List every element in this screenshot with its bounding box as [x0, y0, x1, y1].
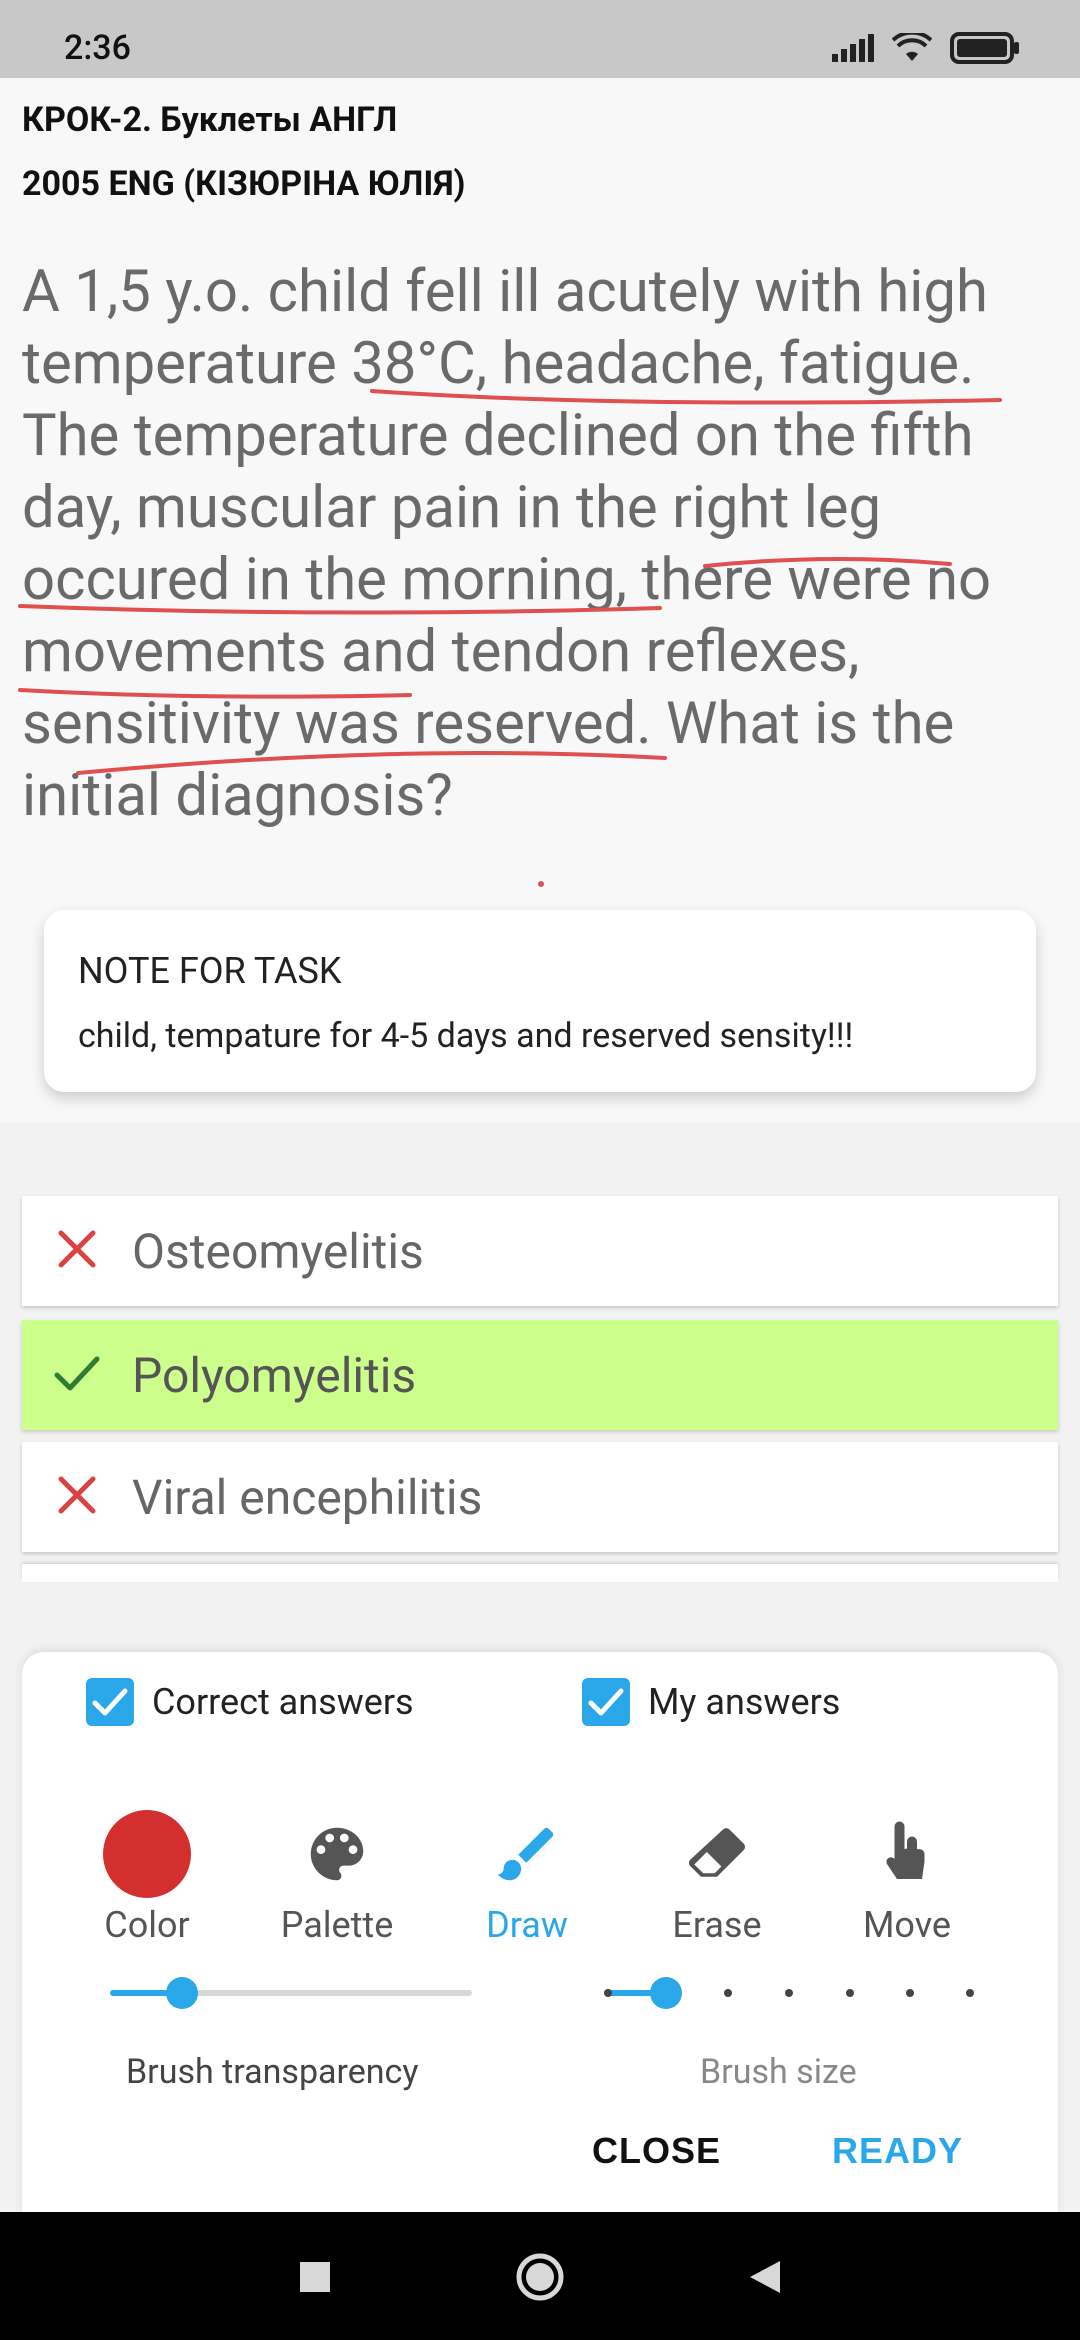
tool-erase[interactable]: Erase [622, 1804, 812, 1946]
battery-icon [950, 32, 1019, 64]
booklet-title: КРОК-2. Буклеты АНГЛ [22, 100, 398, 140]
booklet-subtitle: 2005 ENG (КІЗЮРІНА ЮЛІЯ) [22, 164, 466, 204]
palette-icon [242, 1804, 432, 1904]
answer-label: Osteomyelitis [132, 1222, 424, 1280]
step-dot [785, 1989, 793, 1997]
brush-size-label: Brush size [700, 2052, 857, 2092]
answer-option-correct[interactable]: Polyomyelitis [22, 1320, 1058, 1430]
tool-label: Draw [486, 1904, 568, 1946]
check-icon [22, 1345, 132, 1406]
brush-icon [432, 1804, 622, 1904]
tool-palette[interactable]: Palette [242, 1804, 432, 1946]
checkbox-checked-icon[interactable] [86, 1678, 134, 1726]
status-icons [832, 28, 1020, 68]
ready-button[interactable]: READY [822, 2120, 973, 2182]
tool-label: Erase [672, 1904, 762, 1946]
checkbox-checked-icon[interactable] [582, 1678, 630, 1726]
step-dot [906, 1989, 914, 1997]
answer-option-partial[interactable] [22, 1564, 1058, 1582]
tool-label: Color [104, 1904, 190, 1946]
answers-list: Osteomyelitis Polyomyelitis Viral enceph… [0, 1122, 1080, 1582]
note-body: child, tempature for 4-5 days and reserv… [78, 1016, 854, 1056]
system-nav-bar [0, 2212, 1080, 2340]
status-bar: 2:36 [0, 0, 1080, 78]
answer-label: Polyomyelitis [132, 1346, 417, 1404]
cross-icon [22, 1221, 132, 1282]
step-dot [604, 1989, 612, 1997]
hand-pointer-icon [812, 1804, 1002, 1904]
drawing-panel: Correct answers My answers Color Palette… [22, 1652, 1058, 2212]
tool-color[interactable]: Color [52, 1804, 242, 1946]
step-dot [724, 1989, 732, 1997]
tool-label: Move [863, 1904, 951, 1946]
answer-option[interactable]: Viral encephilitis [22, 1442, 1058, 1552]
eraser-icon [622, 1804, 812, 1904]
wifi-icon [892, 33, 932, 61]
tool-row: Color Palette Draw Erase Move [72, 1804, 1012, 1964]
brush-transparency-slider[interactable] [110, 1977, 472, 2009]
square-icon[interactable] [290, 2252, 340, 2302]
brush-size-slider[interactable] [604, 1977, 974, 2009]
status-time: 2:36 [64, 28, 131, 68]
signal-icon [832, 34, 874, 62]
brush-transparency-label: Brush transparency [126, 2052, 419, 2092]
note-title: NOTE FOR TASK [78, 950, 342, 992]
tool-move[interactable]: Move [812, 1804, 1002, 1946]
question-text: A 1,5 y.o. child fell ill acutely with h… [22, 258, 992, 830]
slider-thumb[interactable] [166, 1977, 198, 2009]
close-button[interactable]: CLOSE [582, 2120, 731, 2182]
tool-draw[interactable]: Draw [432, 1804, 622, 1946]
my-answers-label: My answers [648, 1681, 841, 1723]
correct-answers-toggle[interactable]: Correct answers [86, 1678, 414, 1726]
answer-label: Viral encephilitis [132, 1468, 483, 1526]
step-dot [966, 1989, 974, 1997]
cross-icon [22, 1467, 132, 1528]
ink-dot [538, 881, 544, 887]
question-page: КРОК-2. Буклеты АНГЛ 2005 ENG (КІЗЮРІНА … [0, 78, 1080, 1122]
correct-answers-label: Correct answers [152, 1681, 414, 1723]
my-answers-toggle[interactable]: My answers [582, 1678, 840, 1726]
color-swatch-icon [52, 1804, 242, 1904]
slider-thumb[interactable] [650, 1977, 682, 2009]
circle-icon[interactable] [515, 2252, 565, 2302]
task-note-card[interactable]: NOTE FOR TASK child, tempature for 4-5 d… [44, 910, 1036, 1092]
step-dot [846, 1989, 854, 1997]
answer-option[interactable]: Osteomyelitis [22, 1196, 1058, 1306]
tool-label: Palette [280, 1904, 394, 1946]
triangle-back-icon[interactable] [740, 2252, 790, 2302]
